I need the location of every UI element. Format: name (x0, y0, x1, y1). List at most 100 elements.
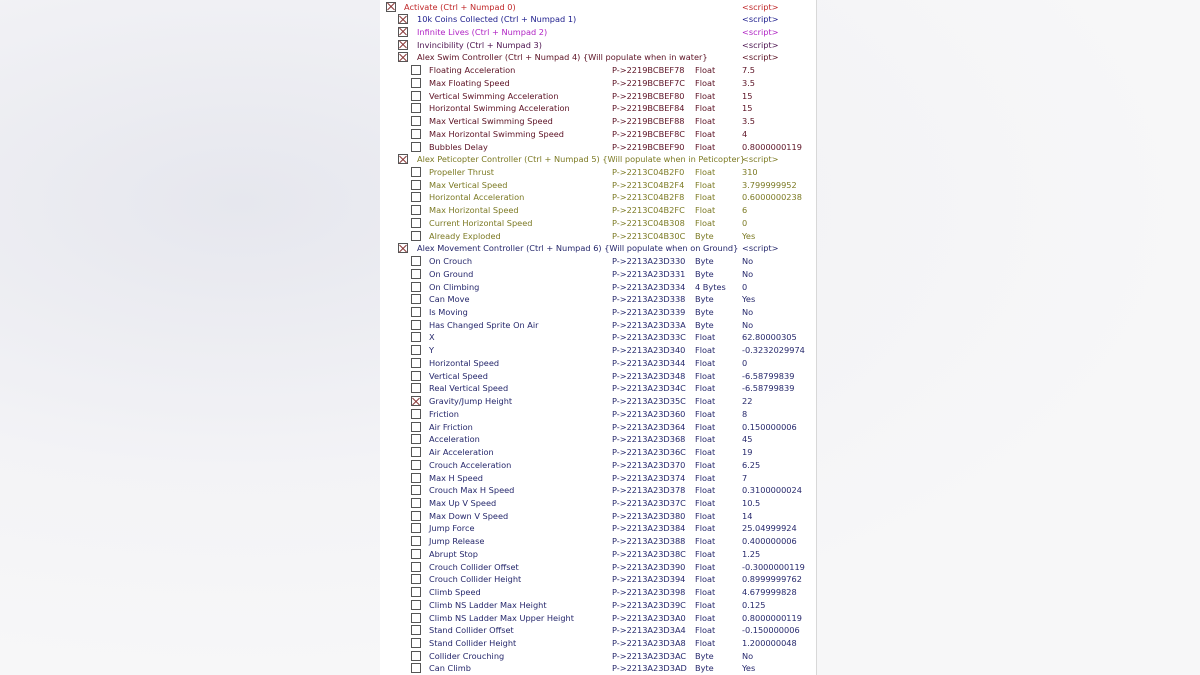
active-checkbox[interactable] (411, 77, 421, 88)
active-checkbox[interactable] (411, 434, 421, 445)
table-row[interactable]: Max Horizontal Swimming Speed P->2219BCBE… (380, 128, 816, 141)
active-checkbox[interactable] (411, 548, 421, 559)
active-checkbox[interactable] (411, 587, 421, 598)
active-checkbox[interactable] (398, 243, 408, 254)
active-checkbox[interactable] (411, 510, 421, 521)
active-checkbox[interactable] (411, 574, 421, 585)
active-checkbox[interactable] (411, 625, 421, 636)
active-checkbox[interactable] (411, 663, 421, 674)
table-row[interactable]: On Crouch P->2213A23D330 Byte No (380, 255, 816, 268)
active-checkbox[interactable] (398, 154, 408, 165)
table-row[interactable]: Current Horizontal Speed P->2213C04B308 Fl… (380, 217, 816, 230)
table-row[interactable]: Friction P->2213A23D360 Float 8 (380, 408, 816, 421)
table-row[interactable]: Can Climb P->2213A23D3AD Byte Yes (380, 662, 816, 675)
active-checkbox[interactable] (386, 1, 396, 12)
table-row[interactable]: Y P->2213A23D340 Float -0.3232029974 (380, 344, 816, 357)
active-checkbox[interactable] (411, 383, 421, 394)
table-row[interactable]: Vertical Swimming Acceleration P->2219BCB… (380, 90, 816, 103)
active-checkbox[interactable] (411, 472, 421, 483)
table-row[interactable]: Floating Acceleration P->2219BCBEF78 Float… (380, 64, 816, 77)
active-checkbox[interactable] (411, 166, 421, 177)
table-row[interactable]: Has Changed Sprite On Air P->2213A23D33A B… (380, 319, 816, 332)
active-checkbox[interactable] (411, 205, 421, 216)
active-checkbox[interactable] (411, 650, 421, 661)
table-row[interactable]: Stand Collider Offset P->2213A23D3A4 Float… (380, 624, 816, 637)
table-row[interactable]: Max Down V Speed P->2213A23D380 Float 14 (380, 510, 816, 523)
table-row[interactable]: Jump Release P->2213A23D388 Float 0.4000000… (380, 535, 816, 548)
active-checkbox[interactable] (411, 103, 421, 114)
active-checkbox[interactable] (398, 52, 408, 63)
active-checkbox[interactable] (398, 39, 408, 50)
table-row[interactable]: Max Floating Speed P->2219BCBEF7C Float 3.5 (380, 77, 816, 90)
active-checkbox[interactable] (411, 396, 421, 407)
active-checkbox[interactable] (411, 497, 421, 508)
table-row[interactable]: Already Exploded P->2213C04B30C Byte Yes (380, 230, 816, 243)
table-row[interactable]: Crouch Acceleration P->2213A23D370 Float 6.… (380, 459, 816, 472)
table-row[interactable]: Climb NS Ladder Max Height P->2213A23D39C… (380, 599, 816, 612)
active-checkbox[interactable] (411, 268, 421, 279)
active-checkbox[interactable] (411, 345, 421, 356)
table-row[interactable]: X P->2213A23D33C Float 62.80000305 (380, 331, 816, 344)
table-row[interactable]: Acceleration P->2213A23D368 Float 45 (380, 433, 816, 446)
table-row[interactable]: Can Move P->2213A23D338 Byte Yes (380, 293, 816, 306)
active-checkbox[interactable] (411, 116, 421, 127)
active-checkbox[interactable] (411, 370, 421, 381)
active-checkbox[interactable] (411, 319, 421, 330)
active-checkbox[interactable] (411, 357, 421, 368)
table-row[interactable]: Crouch Collider Offset P->2213A23D390 Floa… (380, 561, 816, 574)
table-row[interactable]: Real Vertical Speed P->2213A23D34C Float -6… (380, 382, 816, 395)
active-checkbox[interactable] (411, 192, 421, 203)
table-row[interactable]: Max Horizontal Speed P->2213C04B2FC Float 6 (380, 204, 816, 217)
script-entry-row[interactable]: Alex Swim Controller (Ctrl + Numpad 4) {… (380, 51, 816, 64)
table-row[interactable]: Horizontal Speed P->2213A23D344 Float 0 (380, 357, 816, 370)
active-checkbox[interactable] (411, 638, 421, 648)
active-checkbox[interactable] (411, 128, 421, 139)
table-row[interactable]: Crouch Max H Speed P->2213A23D378 Float 0.3… (380, 484, 816, 497)
script-entry-row[interactable]: Alex Movement Controller (Ctrl + Numpad … (380, 242, 816, 255)
table-row[interactable]: Horizontal Swimming Acceleration P->2219B… (380, 102, 816, 115)
table-row[interactable]: Horizontal Acceleration P->2213C04B2F8 Flo… (380, 191, 816, 204)
table-row[interactable]: Abrupt Stop P->2213A23D38C Float 1.25 (380, 548, 816, 561)
active-checkbox[interactable] (411, 599, 421, 610)
table-row[interactable]: Is Moving P->2213A23D339 Byte No (380, 306, 816, 319)
script-entry-row[interactable]: Alex Peticopter Controller (Ctrl + Numpa… (380, 153, 816, 166)
script-entry-row[interactable]: Invincibility (Ctrl + Numpad 3) <script> (380, 39, 816, 52)
active-checkbox[interactable] (411, 485, 421, 496)
table-row[interactable]: Max Vertical Swimming Speed P->2219BCBEF8… (380, 115, 816, 128)
active-checkbox[interactable] (411, 536, 421, 547)
script-entry-row[interactable]: Activate (Ctrl + Numpad 0) <script> (380, 1, 816, 14)
active-checkbox[interactable] (411, 447, 421, 458)
active-checkbox[interactable] (411, 256, 421, 267)
table-row[interactable]: Max H Speed P->2213A23D374 Float 7 (380, 472, 816, 485)
active-checkbox[interactable] (398, 26, 408, 37)
table-row[interactable]: On Climbing P->2213A23D334 4 Bytes 0 (380, 281, 816, 294)
active-checkbox[interactable] (411, 332, 421, 343)
active-checkbox[interactable] (411, 90, 421, 101)
active-checkbox[interactable] (411, 230, 421, 241)
table-row[interactable]: On Ground P->2213A23D331 Byte No (380, 268, 816, 281)
active-checkbox[interactable] (398, 14, 408, 25)
active-checkbox[interactable] (411, 179, 421, 190)
table-row[interactable]: Max Up V Speed P->2213A23D37C Float 10.5 (380, 497, 816, 510)
active-checkbox[interactable] (411, 217, 421, 228)
active-checkbox[interactable] (411, 65, 421, 76)
script-entry-row[interactable]: Infinite Lives (Ctrl + Numpad 2) <script> (380, 26, 816, 39)
table-row[interactable]: Air Friction P->2213A23D364 Float 0.1500000… (380, 421, 816, 434)
table-row[interactable]: Climb Speed P->2213A23D398 Float 4.67999982… (380, 586, 816, 599)
active-checkbox[interactable] (411, 281, 421, 292)
table-row[interactable]: Gravity/Jump Height P->2213A23D35C Float 22 (380, 395, 816, 408)
active-checkbox[interactable] (411, 294, 421, 305)
active-checkbox[interactable] (411, 421, 421, 432)
table-row[interactable]: Crouch Collider Height P->2213A23D394 Floa… (380, 573, 816, 586)
script-entry-row[interactable]: 10k Coins Collected (Ctrl + Numpad 1) <sc… (380, 13, 816, 26)
table-row[interactable]: Stand Collider Height P->2213A23D3A8 Float… (380, 637, 816, 650)
active-checkbox[interactable] (411, 561, 421, 572)
table-row[interactable]: Climb NS Ladder Max Upper Height P->2213A… (380, 612, 816, 625)
table-row[interactable]: Propeller Thrust P->2213C04B2F0 Float 310 (380, 166, 816, 179)
table-row[interactable]: Collider Crouching P->2213A23D3AC Byte No (380, 650, 816, 663)
active-checkbox[interactable] (411, 523, 421, 534)
active-checkbox[interactable] (411, 408, 421, 419)
active-checkbox[interactable] (411, 141, 421, 152)
table-row[interactable]: Air Acceleration P->2213A23D36C Float 19 (380, 446, 816, 459)
active-checkbox[interactable] (411, 459, 421, 470)
